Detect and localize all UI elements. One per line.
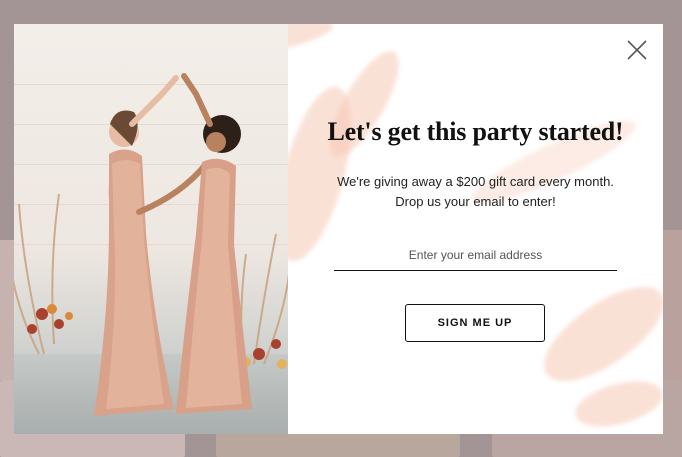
promo-photo bbox=[14, 24, 288, 434]
modal-headline: Let's get this party started! bbox=[327, 117, 624, 146]
modal-content: Let's get this party started! We're givi… bbox=[288, 24, 663, 434]
modal-subtext: We're giving away a $200 gift card every… bbox=[337, 174, 614, 209]
sign-me-up-button[interactable]: SIGN ME UP bbox=[405, 304, 545, 342]
email-signup-modal: Let's get this party started! We're givi… bbox=[14, 24, 663, 434]
background-image-right bbox=[663, 230, 682, 390]
close-button[interactable] bbox=[625, 38, 649, 62]
bridesmaids-illustration bbox=[14, 73, 288, 417]
close-icon bbox=[627, 40, 647, 60]
background-image-left bbox=[0, 240, 14, 380]
email-input[interactable] bbox=[334, 240, 617, 271]
